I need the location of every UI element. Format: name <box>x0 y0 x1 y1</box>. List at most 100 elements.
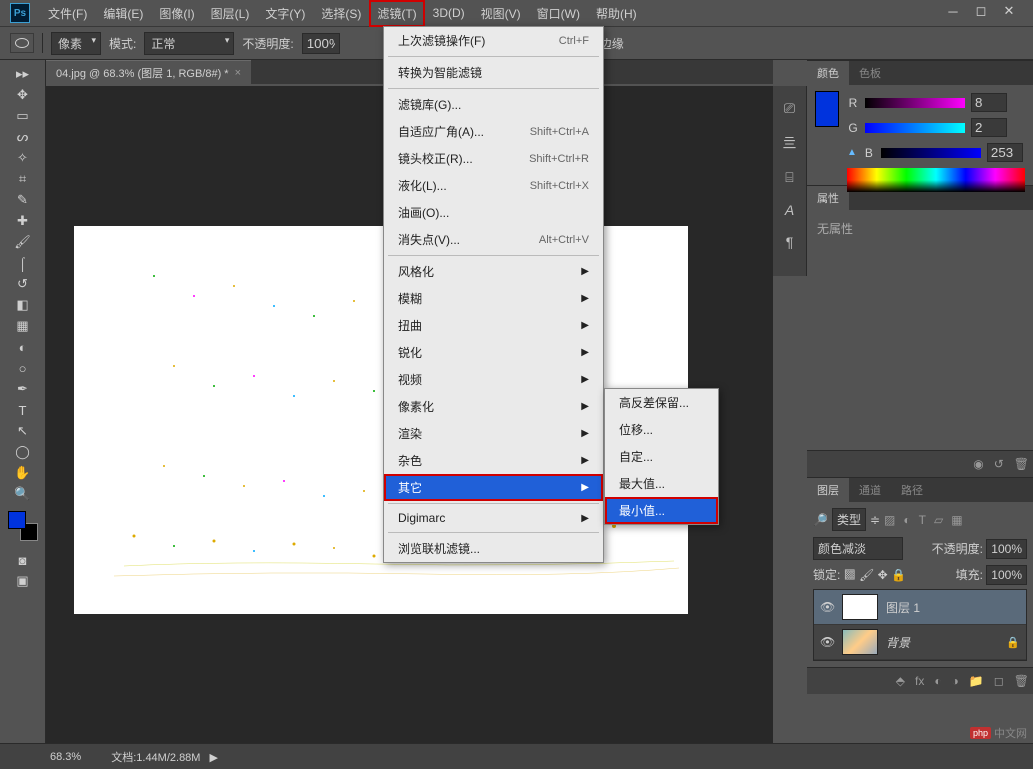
color-swatches[interactable] <box>8 511 38 541</box>
shape-type-dropdown[interactable]: 像素 <box>51 32 101 55</box>
blend-mode-dropdown[interactable]: 颜色减淡 <box>813 537 903 560</box>
layer-thumbnail[interactable] <box>842 594 878 620</box>
history-icon[interactable]: ⎚ <box>784 100 795 117</box>
properties-tab[interactable]: 属性 <box>807 186 849 210</box>
maximize-button[interactable]: ◻ <box>967 2 995 20</box>
fill-input[interactable]: 100% <box>986 565 1027 585</box>
type-tool[interactable]: T <box>11 400 35 420</box>
filter-menu-vanishing[interactable]: 消失点(V)...Alt+Ctrl+V <box>384 226 603 253</box>
filter-menu-last[interactable]: 上次滤镜操作(F) Ctrl+F <box>384 27 603 54</box>
zoom-level[interactable]: 68.3% <box>50 751 81 763</box>
lasso-tool[interactable]: ᔕ <box>11 127 35 147</box>
filter-smart-icon[interactable]: ▦ <box>951 513 962 527</box>
expand-toolbox-icon[interactable]: ▸▸ <box>11 64 35 84</box>
close-button[interactable]: ✕ <box>995 2 1023 20</box>
filter-menu-sharpen[interactable]: 锐化▶ <box>384 339 603 366</box>
b-value[interactable] <box>987 143 1023 162</box>
menu-layer[interactable]: 图层(L) <box>203 0 258 27</box>
search-icon[interactable]: 🔎 <box>813 513 828 527</box>
adjustment-layer-icon[interactable]: ◑ <box>952 674 959 688</box>
color-preview[interactable] <box>815 91 839 127</box>
swatches-tab[interactable]: 色板 <box>849 61 891 85</box>
layer-mask-icon[interactable]: ◐ <box>934 674 941 688</box>
submenu-highpass[interactable]: 高反差保留... <box>605 389 718 416</box>
menu-select[interactable]: 选择(S) <box>313 0 369 27</box>
healing-brush-tool[interactable]: ✚ <box>11 211 35 231</box>
filter-pixel-icon[interactable]: ▨ <box>884 513 895 527</box>
eraser-tool[interactable]: ◧ <box>11 295 35 315</box>
props-trash-icon[interactable]: 🗑 <box>1014 457 1029 471</box>
filter-menu-render[interactable]: 渲染▶ <box>384 420 603 447</box>
b-slider[interactable] <box>881 148 981 158</box>
layer-thumbnail[interactable] <box>842 629 878 655</box>
pen-tool[interactable]: ✒ <box>11 379 35 399</box>
zoom-tool[interactable]: 🔍 <box>11 484 35 504</box>
lock-transparency-icon[interactable]: ▩ <box>844 568 856 582</box>
eyedropper-tool[interactable]: ✎ <box>11 190 35 210</box>
current-tool-indicator[interactable] <box>10 33 34 53</box>
menu-edit[interactable]: 编辑(E) <box>95 0 151 27</box>
visibility-icon[interactable]: 👁 <box>820 635 834 649</box>
tab-close-icon[interactable]: × <box>235 67 241 79</box>
blur-tool[interactable]: ◐ <box>11 337 35 357</box>
color-tab[interactable]: 颜色 <box>807 61 849 85</box>
paths-tab[interactable]: 路径 <box>891 478 933 502</box>
document-tab[interactable]: 04.jpg @ 68.3% (图层 1, RGB/8#) * × <box>46 60 251 85</box>
filter-adjustment-icon[interactable]: ◐ <box>903 513 910 527</box>
brush-tool[interactable]: 🖌 <box>11 232 35 252</box>
filter-menu-lens[interactable]: 镜头校正(R)...Shift+Ctrl+R <box>384 145 603 172</box>
gradient-tool[interactable]: ▦ <box>11 316 35 336</box>
menu-help[interactable]: 帮助(H) <box>588 0 645 27</box>
lock-all-icon[interactable]: 🔒 <box>891 568 906 582</box>
filter-menu-blur[interactable]: 模糊▶ <box>384 285 603 312</box>
dodge-tool[interactable]: ○ <box>11 358 35 378</box>
menu-type[interactable]: 文字(Y) <box>257 0 313 27</box>
paragraph-a-icon[interactable]: A <box>785 202 794 218</box>
filter-menu-pixelate[interactable]: 像素化▶ <box>384 393 603 420</box>
layer-opacity-input[interactable]: 100% <box>986 539 1027 559</box>
filter-menu-digimarc[interactable]: Digimarc▶ <box>384 506 603 530</box>
layer-item[interactable]: 👁 图层 1 <box>814 590 1026 625</box>
layer-group-icon[interactable]: 📁 <box>969 674 984 688</box>
blend-mode-dropdown[interactable]: 正常 <box>144 32 234 55</box>
layer-item[interactable]: 👁 背景 🔒 <box>814 625 1026 660</box>
g-value[interactable] <box>971 118 1007 137</box>
filter-menu-video[interactable]: 视频▶ <box>384 366 603 393</box>
g-slider[interactable] <box>865 123 965 133</box>
link-layers-icon[interactable]: ⬘ <box>896 674 905 688</box>
hand-tool[interactable]: ✋ <box>11 463 35 483</box>
foreground-color[interactable] <box>8 511 26 529</box>
lock-pixels-icon[interactable]: 🖌 <box>859 568 874 582</box>
filter-menu-gallery[interactable]: 滤镜库(G)... <box>384 91 603 118</box>
filter-menu-noise[interactable]: 杂色▶ <box>384 447 603 474</box>
layer-name[interactable]: 背景 <box>886 634 910 651</box>
magic-wand-tool[interactable]: ✧ <box>11 148 35 168</box>
submenu-maximum[interactable]: 最大值... <box>605 470 718 497</box>
lock-position-icon[interactable]: ✥ <box>878 568 888 582</box>
marquee-tool[interactable]: ▭ <box>11 106 35 126</box>
paragraph-icon[interactable]: ¶ <box>786 234 794 250</box>
shape-tool[interactable]: ◯ <box>11 442 35 462</box>
menu-image[interactable]: 图像(I) <box>151 0 202 27</box>
filter-menu-liquify[interactable]: 液化(L)...Shift+Ctrl+X <box>384 172 603 199</box>
filter-shape-icon[interactable]: ▱ <box>934 513 943 527</box>
channels-tab[interactable]: 通道 <box>849 478 891 502</box>
menu-window[interactable]: 窗口(W) <box>529 0 588 27</box>
menu-file[interactable]: 文件(F) <box>40 0 95 27</box>
visibility-icon[interactable]: 👁 <box>820 600 834 614</box>
layer-filter-dropdown[interactable]: 类型 <box>832 508 866 531</box>
filter-menu-other[interactable]: 其它▶ <box>384 474 603 501</box>
menu-view[interactable]: 视图(V) <box>473 0 529 27</box>
document-info[interactable]: 文档:1.44M/2.88M ▶ <box>111 749 218 765</box>
filter-menu-adaptive[interactable]: 自适应广角(A)...Shift+Ctrl+A <box>384 118 603 145</box>
props-icon-2[interactable]: ↺ <box>994 457 1004 471</box>
submenu-minimum[interactable]: 最小值... <box>605 497 718 524</box>
filter-type-icon[interactable]: T <box>919 513 926 527</box>
menu-3d[interactable]: 3D(D) <box>425 1 473 25</box>
filter-menu-stylize[interactable]: 风格化▶ <box>384 258 603 285</box>
screenmode-tool[interactable]: ▣ <box>11 571 35 591</box>
props-icon-1[interactable]: ◉ <box>973 457 983 471</box>
submenu-custom[interactable]: 自定... <box>605 443 718 470</box>
move-tool[interactable]: ✥ <box>11 85 35 105</box>
minimize-button[interactable]: ─ <box>939 2 967 20</box>
